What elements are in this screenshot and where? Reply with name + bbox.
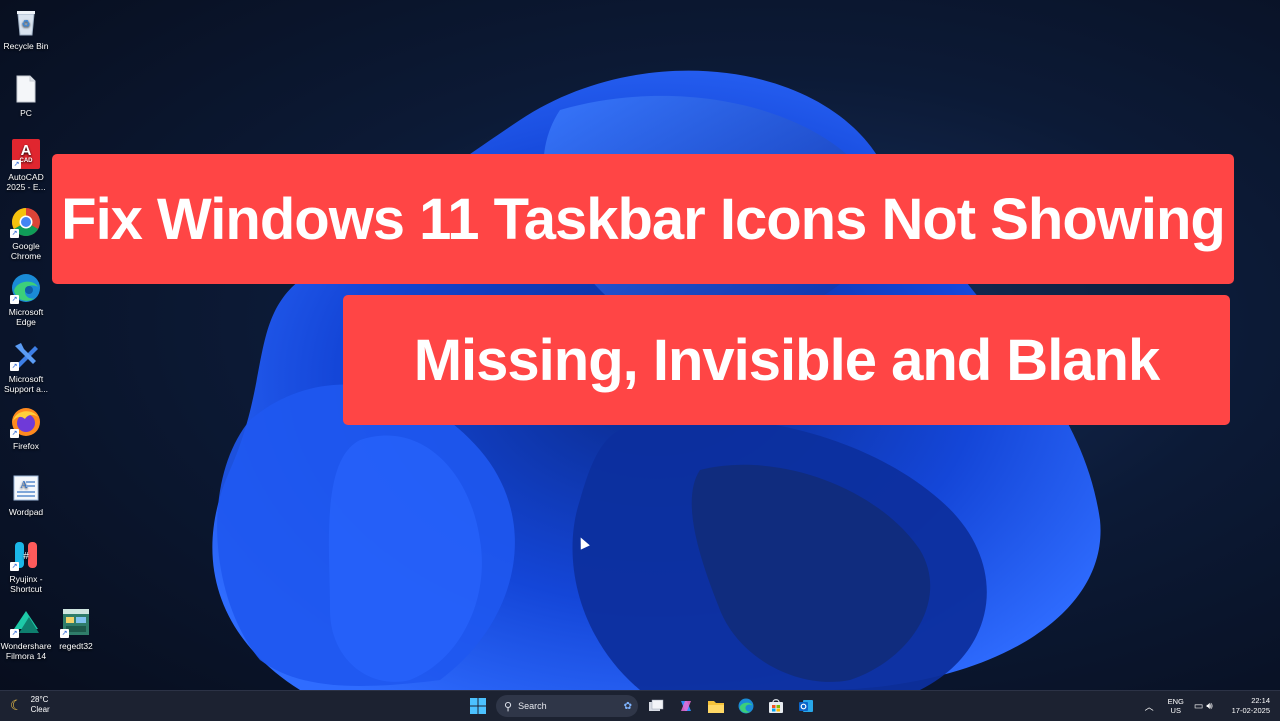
svg-text:♻: ♻ <box>22 19 31 30</box>
outlook-button[interactable] <box>794 694 818 718</box>
language-indicator[interactable]: ENG US <box>1168 697 1184 715</box>
desktop-icon-firefox[interactable]: ↗ Firefox <box>0 406 52 451</box>
copilot-icon <box>681 701 691 711</box>
clock-time: 22:14 <box>1251 696 1270 705</box>
title-line-2: Missing, Invisible and Blank <box>413 327 1161 393</box>
search-label: Search <box>518 701 547 711</box>
autocad-sub: CAD <box>19 158 33 164</box>
desktop-icon-wordpad[interactable]: A Wordpad <box>0 472 52 517</box>
desktop-icon-label: AutoCAD 2025 - E... <box>6 172 46 192</box>
regedit-icon: ↗ <box>60 606 92 638</box>
file-explorer-button[interactable] <box>704 694 728 718</box>
desktop-icon-support[interactable]: ↗ Microsoft Support a... <box>0 339 52 394</box>
clock-date: 17-02-2025 <box>1231 706 1270 715</box>
desktop-icon-filmora[interactable]: ↗ Wondershare Filmora 14 <box>0 606 52 661</box>
task-view-button[interactable] <box>644 694 668 718</box>
edge-taskbar-button[interactable] <box>734 694 758 718</box>
desktop-icon-label: Microsoft Edge <box>8 307 44 327</box>
desktop-icon-pc[interactable]: PC <box>0 73 52 118</box>
outlook-icon <box>799 700 813 712</box>
desktop-icon-label: Wondershare Filmora 14 <box>0 641 52 661</box>
search-icon: ⚲ <box>504 700 513 713</box>
store-icon <box>769 699 783 713</box>
desktop-icon-label: Wordpad <box>8 507 44 517</box>
firefox-icon: ↗ <box>10 406 42 438</box>
taskbar: ☾ 28°C Clear ⚲ Search ✿ ︿ ENG US ▭🔊︎ 22:… <box>0 690 1280 721</box>
title-banner-line-1: Fix Windows 11 Taskbar Icons Not Showing <box>52 154 1234 284</box>
lang-line-1: ENG <box>1167 697 1184 706</box>
windows-start-icon <box>470 698 486 714</box>
desktop-icon-ryujinx[interactable]: # ↗ Ryujinx - Shortcut <box>0 539 52 594</box>
shortcut-arrow-icon: ↗ <box>10 429 19 438</box>
desktop-icon-chrome[interactable]: ↗ Google Chrome <box>0 206 52 261</box>
lang-line-2: US <box>1170 706 1181 715</box>
file-explorer-icon <box>708 700 724 713</box>
shortcut-arrow-icon: ↗ <box>10 295 19 304</box>
weather-condition: Clear <box>30 705 50 714</box>
desktop-icon-label: Firefox <box>13 441 39 451</box>
taskbar-pinned-apps: ⚲ Search ✿ <box>466 694 818 718</box>
title-line-1: Fix Windows 11 Taskbar Icons Not Showing <box>61 186 1226 252</box>
shortcut-arrow-icon: ↗ <box>10 629 19 638</box>
store-button[interactable] <box>764 694 788 718</box>
desktop-icon-label: Google Chrome <box>10 241 42 261</box>
moon-icon: ☾ <box>10 696 23 713</box>
clock[interactable]: 22:14 17-02-2025 <box>1232 696 1270 716</box>
pc-icon <box>10 73 42 105</box>
edge-icon: ↗ <box>10 272 42 304</box>
filmora-icon: ↗ <box>10 606 42 638</box>
search-highlight-icon: ✿ <box>623 700 632 712</box>
network-volume-icons[interactable]: ▭🔊︎ <box>1194 701 1216 712</box>
desktop-icon-label: Microsoft Support a... <box>4 374 48 394</box>
desktop-icon-regedit[interactable]: ↗ regedt32 <box>50 606 102 651</box>
wordpad-icon: A <box>10 472 42 504</box>
desktop-icon-recycle-bin[interactable]: ♻ Recycle Bin <box>0 6 52 51</box>
taskbar-search-box[interactable]: ⚲ Search ✿ <box>496 695 638 717</box>
shortcut-arrow-icon: ↗ <box>12 160 21 169</box>
system-tray: ︿ ENG US ▭🔊︎ 22:14 17-02-2025 <box>1145 694 1270 718</box>
desktop-icon-label: PC <box>20 108 32 118</box>
weather-widget[interactable]: ☾ 28°C Clear <box>10 695 50 715</box>
svg-text:#: # <box>23 551 29 562</box>
shortcut-arrow-icon: ↗ <box>10 562 19 571</box>
shortcut-arrow-icon: ↗ <box>60 629 69 638</box>
desktop-icon-label: Ryujinx - Shortcut <box>9 574 43 594</box>
start-button[interactable] <box>466 694 490 718</box>
autocad-badge: A <box>20 142 32 159</box>
shortcut-arrow-icon: ↗ <box>10 362 19 371</box>
task-view-icon <box>649 699 664 711</box>
title-banner-line-2: Missing, Invisible and Blank <box>343 295 1230 425</box>
copilot-button[interactable] <box>674 694 698 718</box>
edge-icon <box>738 698 754 714</box>
chrome-icon: ↗ <box>10 206 42 238</box>
shortcut-arrow-icon: ↗ <box>10 229 19 238</box>
recycle-bin-icon: ♻ <box>10 6 42 38</box>
desktop-icon-edge[interactable]: ↗ Microsoft Edge <box>0 272 52 327</box>
chevron-up-icon[interactable]: ︿ <box>1145 700 1154 713</box>
support-icon: ↗ <box>10 339 42 371</box>
weather-temp: 28°C <box>30 695 49 704</box>
desktop-icon-autocad[interactable]: A CAD ↗ AutoCAD 2025 - E... <box>0 139 52 192</box>
ryujinx-icon: # ↗ <box>10 539 42 571</box>
desktop-icon-label: Recycle Bin <box>3 41 49 51</box>
desktop-icon-label: regedt32 <box>59 641 93 651</box>
autocad-icon: A CAD ↗ <box>12 139 40 169</box>
